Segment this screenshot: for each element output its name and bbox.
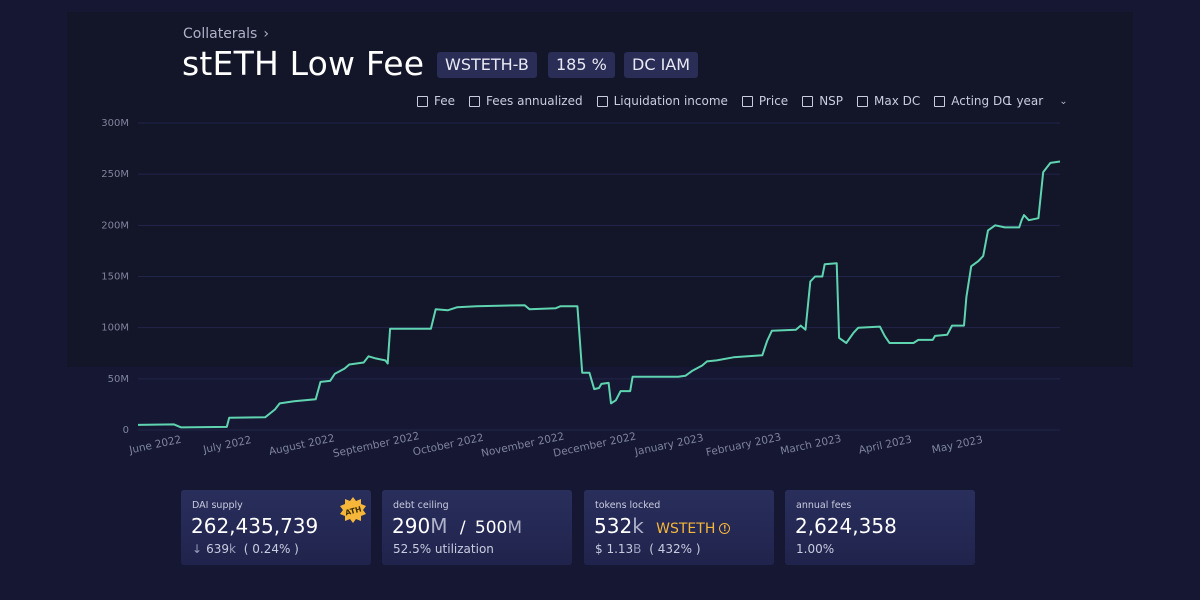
x-tick-label: June 2022 bbox=[127, 434, 182, 457]
x-tick-label: September 2022 bbox=[332, 430, 421, 460]
tokens-locked-value: 532k WSTETH! bbox=[594, 514, 731, 538]
x-tick-label: August 2022 bbox=[268, 432, 336, 458]
value-max: 500 bbox=[474, 518, 508, 538]
value-main: 290 bbox=[392, 514, 431, 538]
card-dai-supply: DAI supply 262,435,739 ↓ 639k ( 0.24% ) A… bbox=[181, 490, 371, 565]
x-tick-label: July 2022 bbox=[201, 434, 252, 456]
x-tick-label: October 2022 bbox=[412, 432, 485, 459]
x-tick-label: May 2023 bbox=[931, 434, 984, 457]
card-label: tokens locked bbox=[595, 500, 661, 511]
change-unit: k bbox=[228, 542, 236, 556]
plot-area bbox=[137, 160, 1061, 429]
card-label: DAI supply bbox=[192, 500, 243, 511]
series-line-dai-supply bbox=[137, 160, 1061, 429]
debt-ceiling-value: 290M / 500M bbox=[392, 514, 522, 538]
value-unit: k bbox=[632, 514, 644, 538]
x-tick-label: December 2022 bbox=[552, 430, 637, 459]
value-max-unit: M bbox=[507, 518, 523, 538]
x-tick-label: March 2023 bbox=[779, 433, 842, 458]
dai-supply-change: ↓ 639k ( 0.24% ) bbox=[192, 542, 299, 556]
card-debt-ceiling: debt ceiling 290M / 500M 52.5% utilizati… bbox=[382, 490, 572, 565]
y-tick-label: 150M bbox=[101, 272, 129, 283]
x-tick-label: January 2023 bbox=[633, 432, 705, 458]
info-icon[interactable]: ! bbox=[719, 523, 731, 534]
value-unit: M bbox=[430, 514, 448, 538]
change-pct: ( 0.24% ) bbox=[243, 542, 299, 556]
card-tokens-locked: tokens locked 532k WSTETH! $ 1.13B ( 432… bbox=[584, 490, 774, 565]
tokens-locked-usd: $ 1.13B ( 432% ) bbox=[595, 542, 701, 556]
card-annual-fees: annual fees 2,624,358 1.00% bbox=[785, 490, 975, 565]
utilization: 52.5% utilization bbox=[393, 542, 494, 556]
usd-unit: B bbox=[633, 542, 642, 556]
x-tick-label: April 2023 bbox=[858, 434, 913, 457]
usd-value: $ 1.13 bbox=[595, 542, 634, 556]
y-tick-label: 100M bbox=[101, 323, 129, 334]
x-axis: June 2022 July 2022 August 2022September 2… bbox=[127, 430, 984, 460]
y-tick-label: 50M bbox=[108, 374, 129, 385]
token-symbol[interactable]: WSTETH bbox=[656, 521, 715, 537]
fee-rate: 1.00% bbox=[796, 542, 835, 556]
dai-supply-chart: 0 50M 100M 150M 200M 250M 300M June 2022 July 2… bbox=[101, 118, 1061, 460]
value-main: 532 bbox=[594, 514, 633, 538]
y-tick-label: 300M bbox=[101, 118, 129, 129]
dai-supply-value: 262,435,739 bbox=[191, 514, 319, 538]
annual-fees-value: 2,624,358 bbox=[795, 514, 897, 538]
y-tick-label: 250M bbox=[101, 169, 129, 180]
value-sep: / bbox=[459, 518, 466, 538]
collateral-pct: ( 432% ) bbox=[649, 542, 701, 556]
ath-badge-icon: ATH bbox=[340, 497, 366, 523]
arrow-down-icon: ↓ bbox=[192, 542, 203, 556]
change-value: 639 bbox=[206, 542, 229, 556]
y-axis: 0 50M 100M 150M 200M 250M 300M bbox=[101, 118, 129, 436]
y-tick-label: 0 bbox=[123, 425, 129, 436]
card-label: debt ceiling bbox=[393, 500, 449, 511]
chart-grid bbox=[138, 122, 1060, 431]
x-tick-label: November 2022 bbox=[480, 430, 565, 459]
card-label: annual fees bbox=[796, 500, 852, 511]
y-tick-label: 200M bbox=[101, 220, 129, 231]
x-tick-label: February 2023 bbox=[705, 431, 782, 459]
